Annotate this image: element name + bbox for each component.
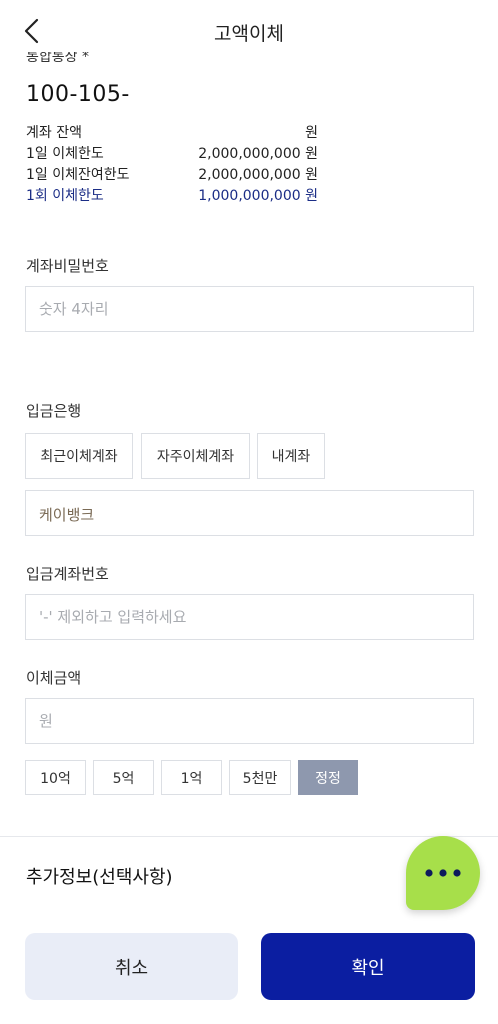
balance-row: 계좌 잔액 원 <box>26 122 318 142</box>
bank-select[interactable]: 케이뱅크 <box>25 490 474 536</box>
daily-limit-label: 1일 이체한도 <box>26 146 104 162</box>
amount-label: 이체금액 <box>26 669 82 687</box>
deposit-account-input[interactable] <box>26 595 473 639</box>
daily-remaining-value: 2,000,000,000 원 <box>198 167 318 183</box>
balance-value: 원 <box>305 125 318 141</box>
password-input[interactable] <box>26 287 473 331</box>
more-menu-button[interactable] <box>406 836 480 910</box>
daily-limit-value: 2,000,000,000 원 <box>198 146 318 162</box>
per-transfer-limit-label: 1회 이체한도 <box>26 188 104 204</box>
extra-info-toggle[interactable]: 추가정보(선택사항) <box>26 863 173 889</box>
daily-limit-row: 1일 이체한도 2,000,000,000 원 <box>26 143 318 163</box>
account-name-partial: 통합통장 * <box>26 52 89 64</box>
balance-label: 계좌 잔액 <box>26 125 82 141</box>
amount-input[interactable] <box>26 699 473 743</box>
password-field-box <box>25 286 474 332</box>
deposit-account-field-box <box>25 594 474 640</box>
cancel-button[interactable]: 취소 <box>25 933 238 1000</box>
section-divider <box>0 836 498 837</box>
page-title: 고액이체 <box>214 23 284 45</box>
amount-50mil-button[interactable]: 5천만 <box>229 760 291 795</box>
my-accounts-button[interactable]: 내계좌 <box>257 433 325 479</box>
amount-1bil-button[interactable]: 10억 <box>25 760 86 795</box>
more-dots-icon <box>425 869 461 877</box>
confirm-button[interactable]: 확인 <box>261 933 475 1000</box>
per-transfer-limit-row: 1회 이체한도 1,000,000,000 원 <box>26 185 318 205</box>
amount-100mil-button[interactable]: 1억 <box>161 760 222 795</box>
daily-remaining-row: 1일 이체잔여한도 2,000,000,000 원 <box>26 164 318 184</box>
amount-correct-button[interactable]: 정정 <box>298 760 358 795</box>
selected-bank: 케이뱅크 <box>39 506 95 524</box>
bank-label: 입금은행 <box>26 402 82 420</box>
daily-remaining-label: 1일 이체잔여한도 <box>26 167 130 183</box>
per-transfer-limit-value: 1,000,000,000 원 <box>198 188 318 204</box>
recent-accounts-button[interactable]: 최근이체계좌 <box>25 433 133 479</box>
account-number: 100-105- <box>26 82 130 107</box>
amount-field-box <box>25 698 474 744</box>
password-label: 계좌비밀번호 <box>26 257 109 275</box>
frequent-accounts-button[interactable]: 자주이체계좌 <box>141 433 250 479</box>
amount-500mil-button[interactable]: 5억 <box>93 760 154 795</box>
deposit-account-label: 입금계좌번호 <box>26 565 109 583</box>
